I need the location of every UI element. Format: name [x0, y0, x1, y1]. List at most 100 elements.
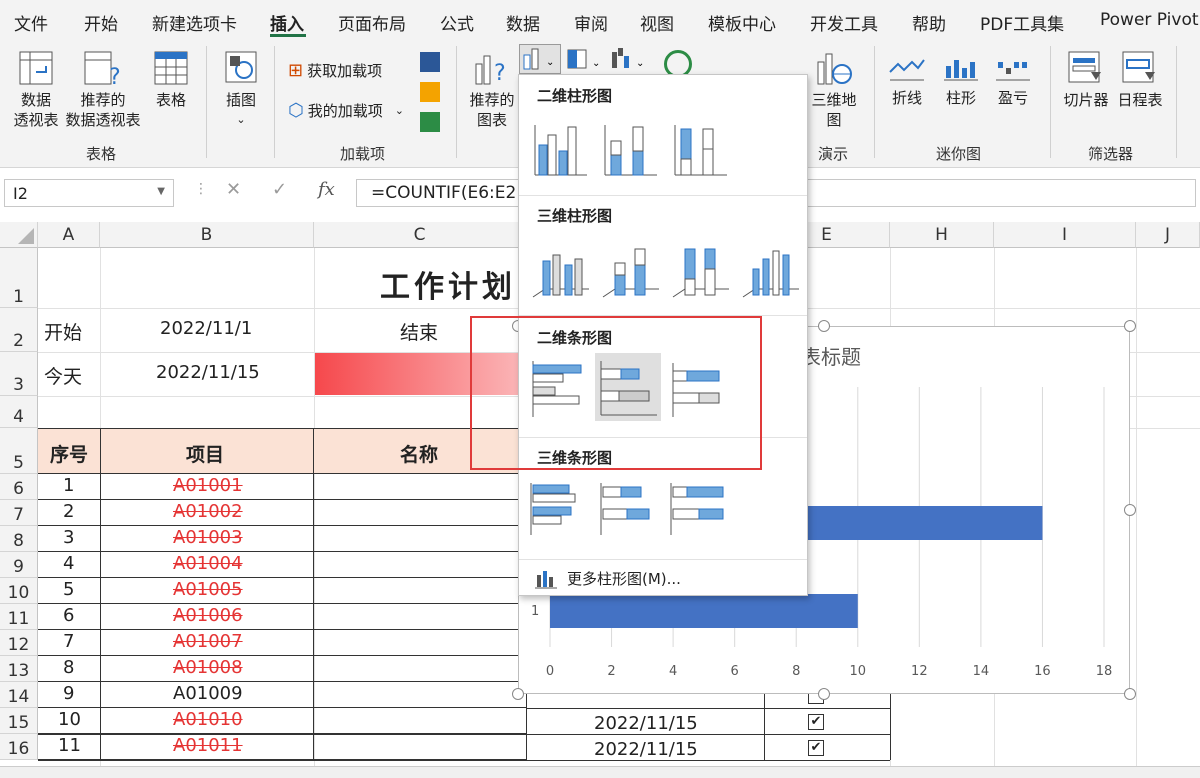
3d-column-option[interactable]	[737, 235, 803, 303]
table-row	[38, 681, 526, 682]
table-border	[38, 760, 890, 761]
tab-page-layout[interactable]: 页面布局	[338, 10, 406, 35]
row-header[interactable]: 13	[0, 656, 38, 682]
tab-pdf[interactable]: PDF工具集	[980, 10, 1064, 35]
tab-review[interactable]: 审阅	[574, 10, 608, 35]
row-header[interactable]: 2	[0, 308, 38, 352]
column-header-i[interactable]: I	[994, 222, 1136, 248]
row-number-cell: 6	[63, 605, 75, 626]
row-header[interactable]: 12	[0, 630, 38, 656]
select-all-corner[interactable]	[0, 222, 38, 248]
resize-handle[interactable]	[818, 688, 830, 700]
row-header[interactable]: 1	[0, 248, 38, 308]
slicer-button[interactable]: 切片器	[1060, 50, 1112, 110]
x-tick-label: 8	[792, 664, 800, 679]
column-header-j[interactable]: J	[1136, 222, 1200, 248]
tab-data[interactable]: 数据	[506, 10, 540, 35]
table-button[interactable]: 表格	[146, 50, 196, 110]
resize-handle[interactable]	[818, 320, 830, 332]
row-header[interactable]: 5	[0, 428, 38, 474]
row-number-cell: 9	[63, 683, 75, 704]
tab-template[interactable]: 模板中心	[708, 10, 776, 35]
3d-clustered-column-option[interactable]	[527, 235, 593, 303]
row-header[interactable]: 11	[0, 604, 38, 630]
tab-power-pivot[interactable]: Power Pivot	[1100, 10, 1199, 30]
tab-help[interactable]: 帮助	[912, 10, 946, 35]
row-header[interactable]: 7	[0, 500, 38, 526]
tab-insert[interactable]: 插入	[270, 10, 304, 35]
column-header-a[interactable]: A	[38, 222, 100, 248]
resize-handle[interactable]	[512, 688, 524, 700]
get-addins-button[interactable]: ⊞ 获取加载项	[288, 60, 382, 81]
resize-handle[interactable]	[1124, 504, 1136, 516]
tab-new[interactable]: 新建选项卡	[152, 10, 237, 35]
table-header-row	[38, 428, 526, 474]
row-header[interactable]: 10	[0, 578, 38, 604]
checkbox[interactable]: ✔	[808, 714, 824, 730]
clustered-column-option[interactable]	[527, 115, 593, 183]
tab-view[interactable]: 视图	[640, 10, 674, 35]
table-row	[38, 525, 526, 526]
table-row	[38, 603, 526, 604]
cancel-icon[interactable]: ✕	[226, 179, 241, 200]
people-graph-icon[interactable]	[420, 112, 440, 132]
row-number-cell: 10	[58, 709, 81, 730]
tab-formulas[interactable]: 公式	[440, 10, 474, 35]
item-code-cell: A01010	[173, 709, 243, 730]
waterfall-chart-button[interactable]: ⌄	[610, 46, 650, 74]
dropdown-separator	[519, 195, 807, 196]
recommended-pivot-icon: ?	[84, 51, 121, 86]
recommended-charts-button[interactable]: ? 推荐的 图表	[464, 50, 520, 130]
3d-100-stacked-bar-option[interactable]	[667, 475, 733, 543]
bing-icon[interactable]	[420, 82, 440, 102]
resize-handle[interactable]	[1124, 688, 1136, 700]
item-code-cell: A01007	[173, 631, 243, 652]
start-date: 2022/11/1	[160, 318, 253, 339]
table-icon	[154, 51, 188, 85]
enter-icon[interactable]: ✓	[272, 179, 287, 200]
3d-clustered-bar-option[interactable]	[527, 475, 593, 543]
row-header[interactable]: 9	[0, 552, 38, 578]
recommended-pivot-button[interactable]: ? 推荐的 数据透视表	[62, 50, 144, 130]
more-column-charts-link[interactable]: 更多柱形图(M)...	[535, 567, 681, 589]
sparkline-line-button[interactable]: 折线	[884, 54, 930, 108]
timeline-button[interactable]: 日程表	[1114, 50, 1166, 110]
sparkline-winloss-button[interactable]: 盈亏	[990, 54, 1036, 108]
3d-map-button[interactable]: 三维地 图	[806, 50, 862, 130]
stacked-column-option[interactable]	[597, 115, 663, 183]
ribbon-separator	[274, 46, 275, 158]
checkbox[interactable]: ✔	[808, 740, 824, 756]
row-header[interactable]: 15	[0, 708, 38, 734]
store-icon: ⊞	[288, 60, 304, 81]
100-stacked-column-option[interactable]	[667, 115, 733, 183]
hierarchy-chart-button[interactable]: ⌄	[566, 46, 606, 74]
my-addins-button[interactable]: ⬡ 我的加载项 ⌄	[288, 100, 404, 121]
sparkline-column-button[interactable]: 柱形	[938, 54, 984, 108]
tab-developer[interactable]: 开发工具	[810, 10, 878, 35]
resize-handle[interactable]	[1124, 320, 1136, 332]
clustered-column-icon	[534, 125, 587, 176]
row-header[interactable]: 3	[0, 352, 38, 396]
name-box[interactable]: I2 ▼	[4, 179, 174, 207]
column-header-h[interactable]: H	[890, 222, 994, 248]
row-header[interactable]: 16	[0, 734, 38, 760]
row-header[interactable]: 4	[0, 396, 38, 428]
insert-function-icon[interactable]: fx	[318, 179, 335, 200]
tab-home[interactable]: 开始	[84, 10, 118, 35]
3d-stacked-column-option[interactable]	[597, 235, 663, 303]
item-code-cell: A01008	[173, 657, 243, 678]
sparkline-winloss-icon	[996, 62, 1030, 81]
row-header[interactable]: 14	[0, 682, 38, 708]
column-header-b[interactable]: B	[100, 222, 314, 248]
visio-icon[interactable]	[420, 52, 440, 72]
3d-100-stacked-column-option[interactable]	[667, 235, 733, 303]
recommended-pivot-label-1: 推荐的	[80, 91, 126, 109]
illustrations-button[interactable]: 插图 ⌄	[216, 48, 266, 130]
tab-file[interactable]: 文件	[14, 10, 48, 35]
column-chart-button[interactable]: ⌄	[519, 44, 561, 74]
3d-stacked-bar-option[interactable]	[597, 475, 663, 543]
column-header-c[interactable]: C	[314, 222, 526, 248]
pivot-table-button[interactable]: 数据 透视表	[8, 50, 64, 130]
row-header[interactable]: 6	[0, 474, 38, 500]
row-header[interactable]: 8	[0, 526, 38, 552]
